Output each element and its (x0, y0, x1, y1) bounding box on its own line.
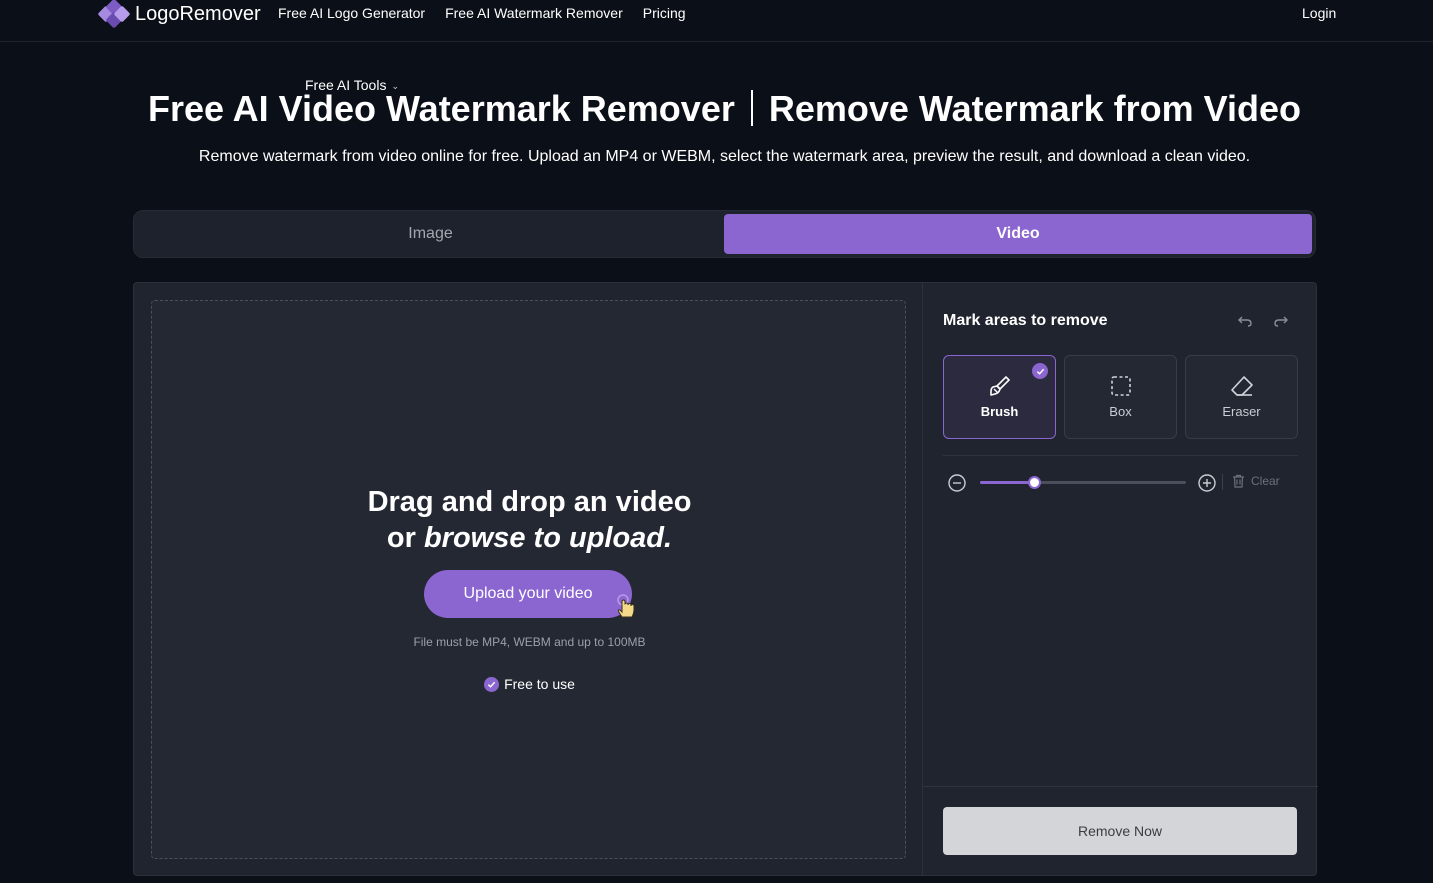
box-select-icon (1110, 376, 1131, 396)
page-subtitle: Remove watermark from video online for f… (198, 148, 1251, 165)
undo-icon[interactable] (1237, 313, 1253, 329)
nav-link-logo-generator[interactable]: Free AI Logo Generator (278, 5, 425, 21)
tool-brush-label: Brush (980, 404, 1019, 419)
tool-box[interactable]: Box (1064, 355, 1177, 439)
tab-image[interactable]: Image (137, 214, 724, 254)
top-nav: LogoRemover Free AI Logo Generator Free … (0, 0, 1433, 93)
login-link[interactable]: Login (1302, 5, 1336, 21)
brush-size-controls: Clear (943, 471, 1298, 493)
nav-link-pricing[interactable]: Pricing (643, 5, 686, 21)
clear-label: Clear (1251, 474, 1280, 488)
panel-footer-divider (923, 786, 1318, 787)
page-title-left: Free AI Video Watermark Remover (147, 88, 735, 129)
tool-eraser-label: Eraser (1222, 404, 1261, 419)
selected-check-icon (1032, 363, 1048, 379)
file-requirements-note: File must be MP4, WEBM and up to 100MB (413, 635, 646, 649)
eraser-icon (1230, 376, 1253, 396)
redo-icon[interactable] (1273, 313, 1289, 329)
slider-fill (980, 481, 1034, 484)
brand-logo[interactable]: LogoRemover (97, 0, 261, 29)
slider-thumb[interactable] (1027, 476, 1041, 489)
clear-button[interactable]: Clear (1232, 474, 1280, 488)
check-circle-icon (484, 676, 500, 692)
nav-link-watermark-remover[interactable]: Free AI Watermark Remover (445, 5, 623, 21)
dropzone-title: Drag and drop an video or browse to uplo… (152, 484, 907, 556)
dropzone-title-line2: or browse to upload. (152, 520, 907, 556)
free-to-use-badge: Free to use (152, 676, 907, 692)
mark-areas-panel: Mark areas to remove Brush Box Eraser Cl… (922, 283, 1318, 876)
brush-icon (989, 376, 1010, 396)
free-to-use-label: Free to use (504, 676, 575, 692)
tool-eraser[interactable]: Eraser (1185, 355, 1298, 439)
decrease-size-icon[interactable] (947, 473, 967, 493)
increase-size-icon[interactable] (1197, 473, 1217, 493)
dropzone-title-prefix: or (386, 522, 424, 554)
brush-size-slider[interactable] (980, 476, 1186, 489)
tab-video[interactable]: Video (724, 214, 1312, 254)
logo-icon (97, 0, 131, 29)
controls-separator (1222, 474, 1223, 490)
trash-icon (1233, 474, 1244, 488)
panel-divider (943, 455, 1298, 456)
hand-cursor-icon (617, 594, 635, 618)
page-title-right: Remove Watermark from Video (768, 88, 1302, 129)
upload-video-button[interactable]: Upload your video (424, 570, 632, 618)
remove-now-button[interactable]: Remove Now (943, 807, 1297, 855)
video-dropzone[interactable]: Drag and drop an video or browse to uplo… (151, 300, 906, 859)
dropzone-title-line1: Drag and drop an video (367, 486, 692, 518)
media-type-tabs: Image Video (133, 210, 1316, 258)
title-separator (750, 90, 753, 126)
browse-link[interactable]: browse to upload. (424, 522, 672, 554)
editor-workspace: Drag and drop an video or browse to uplo… (133, 282, 1318, 876)
nav-links: Free AI Logo Generator Free AI Watermark… (278, 5, 706, 93)
tool-brush[interactable]: Brush (943, 355, 1056, 439)
marking-tools: Brush Box Eraser (943, 355, 1306, 439)
brand-name: LogoRemover (135, 2, 261, 25)
panel-title: Mark areas to remove (943, 312, 1108, 329)
tool-box-label: Box (1109, 404, 1132, 419)
page-title: Free AI Video Watermark Remover Remove Wa… (0, 88, 1433, 130)
